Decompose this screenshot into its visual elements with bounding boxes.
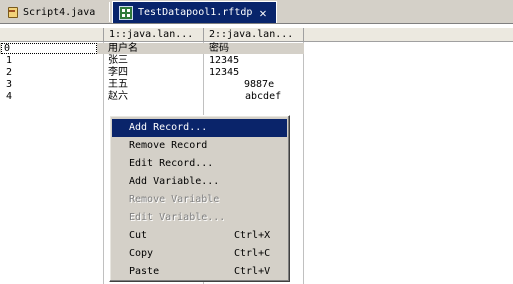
table-row[interactable]: 3 王五 9887e — [0, 79, 304, 90]
menu-item-remove-record[interactable]: Remove Record — [112, 137, 287, 155]
column-header-index[interactable] — [0, 28, 104, 41]
datapool-column-header: 1::java.lan... 2::java.lan... — [0, 28, 513, 42]
table-row[interactable]: 1 张三 12345 — [0, 55, 304, 66]
menu-item-label: Remove Variable — [129, 194, 220, 205]
cell[interactable]: 王五 — [108, 79, 128, 90]
menu-item-label: Cut — [129, 230, 148, 241]
menu-item-shortcut: Ctrl+C — [234, 248, 271, 259]
row-index: 2 — [6, 67, 13, 78]
row-index: 3 — [6, 79, 13, 90]
menu-item-add-record[interactable]: Add Record... — [112, 119, 287, 137]
menu-item-edit-record[interactable]: Edit Record... — [112, 155, 287, 173]
cell[interactable]: 12345 — [209, 67, 239, 78]
cell[interactable]: 12345 — [209, 55, 239, 66]
menu-item-label: Edit Record... — [129, 158, 214, 169]
menu-item-shortcut: Ctrl+X — [234, 230, 271, 241]
datapool-icon — [119, 5, 133, 20]
cell[interactable]: 用户名 — [108, 43, 138, 54]
table-row[interactable]: 4 赵六 abcdef — [0, 91, 304, 102]
table-row[interactable]: 2 李四 12345 — [0, 67, 304, 78]
cell[interactable]: 赵六 — [108, 91, 128, 102]
cell[interactable]: abcdef — [245, 91, 281, 102]
menu-item-label: Add Record... — [129, 122, 208, 133]
column-header-variable-2[interactable]: 2::java.lan... — [204, 28, 304, 41]
java-file-icon — [6, 6, 18, 18]
row-index: 4 — [6, 91, 13, 102]
menu-item-edit-variable: Edit Variable... — [112, 209, 287, 227]
row-index: 0 — [1, 43, 97, 54]
menu-item-label: Paste — [129, 266, 160, 277]
table-row[interactable]: 0 用户名 密码 — [0, 43, 304, 54]
menu-item-add-variable[interactable]: Add Variable... — [112, 173, 287, 191]
menu-item-label: Add Variable... — [129, 176, 220, 187]
menu-item-label: Copy — [129, 248, 154, 259]
tab-label: TestDatapool1.rftdp — [138, 7, 253, 18]
row-index: 1 — [6, 55, 13, 66]
tab-testdatapool1[interactable]: TestDatapool1.rftdp ✕ — [112, 1, 277, 23]
cell[interactable]: 密码 — [209, 43, 229, 54]
close-icon[interactable]: ✕ — [259, 6, 266, 20]
menu-item-label: Remove Record — [129, 140, 208, 151]
column-header-variable-1[interactable]: 1::java.lan... — [104, 28, 204, 41]
menu-item-remove-variable: Remove Variable — [112, 191, 287, 209]
menu-item-paste[interactable]: Paste Ctrl+V — [112, 263, 287, 281]
context-menu: Add Record... Remove Record Edit Record.… — [109, 115, 290, 282]
menu-item-copy[interactable]: Copy Ctrl+C — [112, 245, 287, 263]
menu-item-shortcut: Ctrl+V — [234, 266, 271, 277]
editor-tab-bar: Script4.java TestDatapool1.rftdp ✕ — [0, 0, 513, 24]
tab-label: Script4.java — [23, 6, 96, 18]
cell[interactable]: 李四 — [108, 67, 128, 78]
menu-item-cut[interactable]: Cut Ctrl+X — [112, 227, 287, 245]
cell[interactable]: 9887e — [244, 79, 274, 90]
cell[interactable]: 张三 — [108, 55, 128, 66]
tab-script4-java[interactable]: Script4.java — [0, 2, 110, 22]
menu-item-label: Edit Variable... — [129, 212, 226, 223]
